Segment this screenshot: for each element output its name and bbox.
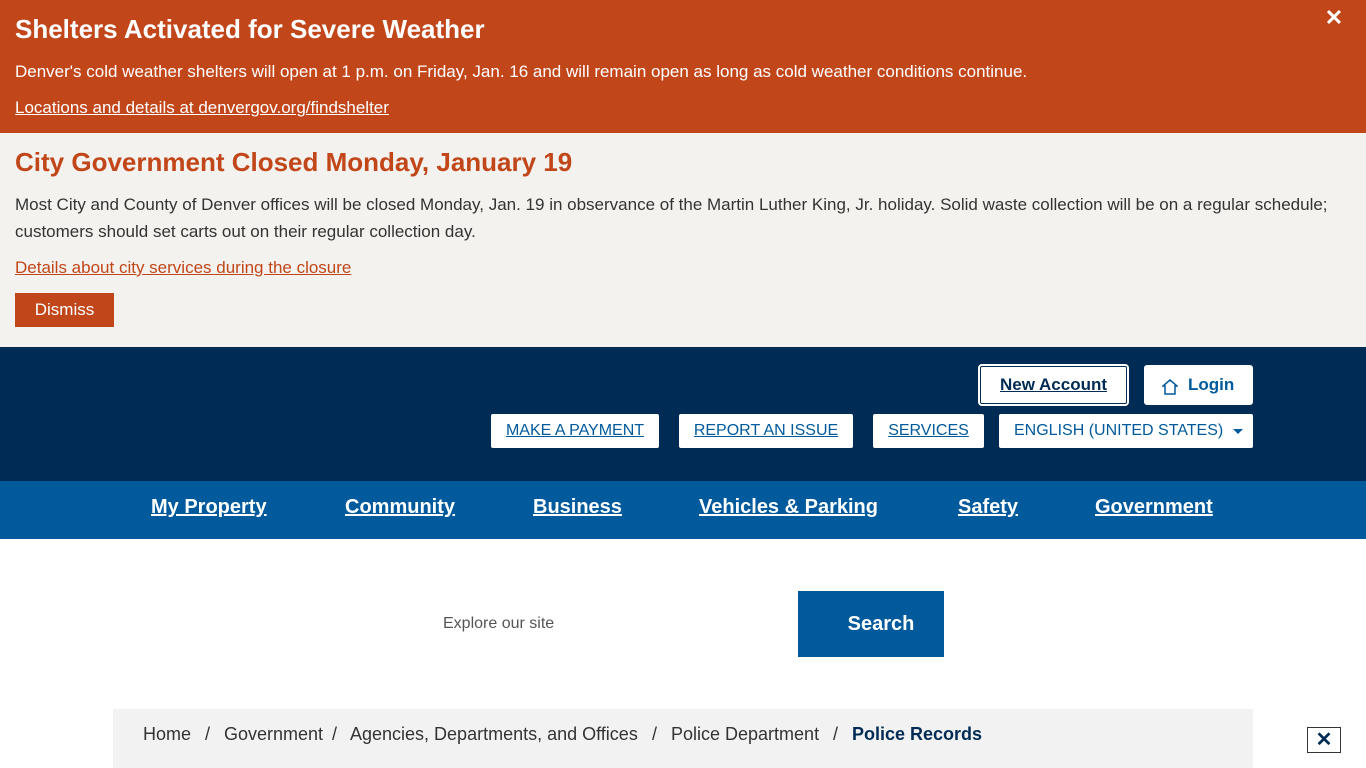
breadcrumb-current-page: Police Records xyxy=(852,724,983,744)
nav-item-community[interactable]: Community xyxy=(345,481,455,539)
breadcrumb-home[interactable]: Home xyxy=(143,709,191,759)
search-input[interactable] xyxy=(425,591,798,657)
emergency-alert-banner: Shelters Activated for Severe Weather De… xyxy=(0,0,1366,133)
breadcrumb-police-department[interactable]: Police Department xyxy=(671,709,819,759)
language-label: ENGLISH (UNITED STATES) xyxy=(1014,422,1224,439)
closure-notice-banner: City Government Closed Monday, January 1… xyxy=(0,133,1366,347)
breadcrumb: Home / Government / Agencies, Department… xyxy=(113,709,1253,768)
alert-title: Shelters Activated for Severe Weather xyxy=(15,14,485,44)
close-icon: ✕ xyxy=(1315,729,1333,751)
services-button[interactable]: SERVICES xyxy=(873,414,984,448)
make-payment-button[interactable]: MAKE A PAYMENT xyxy=(491,414,659,448)
nav-item-my-property[interactable]: My Property xyxy=(151,481,267,539)
login-button[interactable]: Login xyxy=(1144,365,1253,405)
alert-body: Denver's cold weather shelters will open… xyxy=(15,62,1028,81)
close-icon: ✕ xyxy=(1324,5,1344,30)
nav-item-vehicles-parking[interactable]: Vehicles & Parking xyxy=(699,481,878,539)
breadcrumb-agencies[interactable]: Agencies, Departments, and Offices xyxy=(350,709,638,759)
new-account-button[interactable]: New Account xyxy=(978,364,1129,406)
breadcrumb-separator: / xyxy=(332,724,338,744)
dismiss-button[interactable]: Dismiss xyxy=(15,293,114,327)
close-alert-button[interactable]: ✕ xyxy=(1322,6,1346,30)
closure-details-link[interactable]: Details about city services during the c… xyxy=(15,257,351,279)
notice-title: City Government Closed Monday, January 1… xyxy=(15,147,573,177)
language-select[interactable]: ENGLISH (UNITED STATES) xyxy=(999,414,1253,448)
login-label: Login xyxy=(1188,375,1235,394)
search-button[interactable]: Search xyxy=(798,591,944,657)
breadcrumb-separator: / xyxy=(833,724,839,744)
nav-item-government[interactable]: Government xyxy=(1095,481,1213,539)
main-nav: My Property Community Business Vehicles … xyxy=(0,481,1366,539)
breadcrumb-separator: / xyxy=(205,724,211,744)
report-issue-button[interactable]: REPORT AN ISSUE xyxy=(679,414,853,448)
nav-item-safety[interactable]: Safety xyxy=(958,481,1018,539)
nav-item-business[interactable]: Business xyxy=(533,481,622,539)
breadcrumb-separator: / xyxy=(652,724,658,744)
breadcrumb-government[interactable]: Government xyxy=(224,709,323,759)
home-icon xyxy=(1162,379,1178,395)
shelter-details-link[interactable]: Locations and details at denvergov.org/f… xyxy=(15,97,389,119)
site-header: New Account Login MAKE A PAYMENT REPORT … xyxy=(0,347,1366,481)
chevron-down-icon xyxy=(1233,429,1243,434)
notice-body: Most City and County of Denver offices w… xyxy=(15,195,1328,241)
close-button[interactable]: ✕ xyxy=(1307,727,1341,753)
